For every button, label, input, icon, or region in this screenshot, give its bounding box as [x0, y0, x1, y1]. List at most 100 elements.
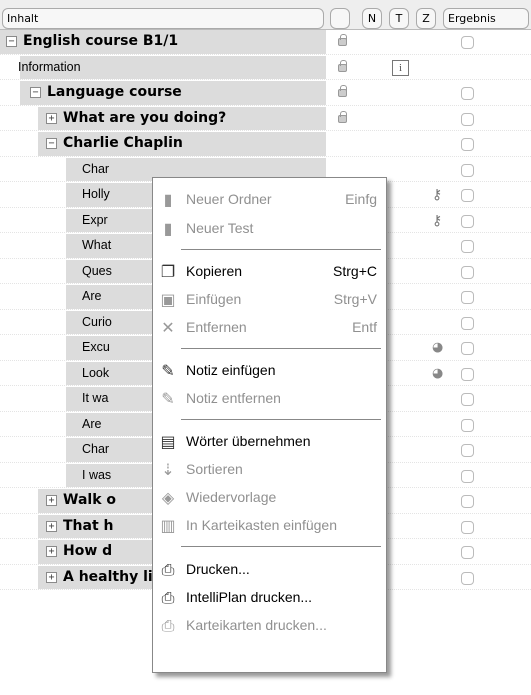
cardbox-icon: ▥ [160, 516, 176, 535]
note-remove-icon: ✎ [161, 389, 175, 408]
expand-icon[interactable]: + [46, 546, 57, 557]
printer-icon: ⎙ [161, 560, 175, 579]
result-checkbox[interactable] [461, 316, 474, 330]
tree-item-label: Charlie Chaplin [63, 135, 183, 151]
menu-item-sort[interactable]: ⇣ Sortieren [153, 456, 386, 484]
tree-item-label: Char [82, 161, 110, 176]
result-checkbox[interactable] [461, 265, 474, 279]
menu-item-remove-note[interactable]: ✎ Notiz entfernen [153, 385, 386, 413]
menu-item-print-cards[interactable]: ⎙ Karteikarten drucken... [153, 612, 386, 640]
tree-row[interactable]: − Language course [0, 81, 531, 106]
collapse-icon[interactable]: − [46, 138, 57, 149]
menu-item-paste[interactable]: ▣ Einfügen Strg+V [153, 286, 386, 314]
column-n-header[interactable]: N [362, 8, 382, 29]
printer-icon: ⎙ [161, 588, 175, 607]
menu-item-add-note[interactable]: ✎ Notiz einfügen [153, 357, 386, 385]
menu-label: Karteikarten drucken... [186, 617, 327, 633]
tree-item-label: Look [82, 365, 110, 380]
menu-label: IntelliPlan drucken... [186, 589, 313, 605]
result-checkbox[interactable] [461, 469, 474, 483]
menu-item-take-words[interactable]: ▤ Wörter übernehmen [153, 428, 386, 456]
menu-label: Neuer Test [186, 220, 254, 236]
menu-label: Neuer Ordner [186, 191, 272, 207]
tree-item-label: That h [63, 517, 114, 534]
result-checkbox[interactable] [461, 418, 474, 432]
result-checkbox[interactable] [461, 367, 474, 381]
printer-icon: ⎙ [161, 616, 175, 635]
expand-icon[interactable]: + [46, 571, 57, 583]
result-checkbox[interactable] [461, 36, 474, 49]
lock-icon [338, 85, 347, 97]
tree-item-label: Char [82, 442, 110, 456]
menu-item-copy[interactable]: ❐ Kopieren Strg+C [153, 258, 386, 286]
menu-label: Entfernen [186, 319, 247, 335]
result-checkbox[interactable] [461, 112, 474, 126]
context-menu: ▮ Neuer Ordner Einfg ▮ Neuer Test ❐ Kopi… [152, 177, 387, 673]
column-lock-header[interactable] [330, 8, 350, 29]
tree-item-label: Ques [82, 263, 112, 278]
tree-item-label: English course B1/1 [23, 33, 179, 49]
menu-separator [181, 348, 381, 349]
collapse-icon[interactable]: − [30, 87, 41, 98]
menu-item-new-test[interactable]: ▮ Neuer Test [153, 215, 386, 243]
tree-item-label: What [82, 238, 112, 252]
progress-icon: ◕ [432, 365, 444, 381]
expand-icon[interactable]: + [46, 495, 57, 506]
result-checkbox[interactable] [461, 291, 474, 304]
result-checkbox[interactable] [461, 189, 474, 202]
tree-item-label: Information [18, 59, 81, 74]
expand-icon[interactable]: + [46, 520, 57, 532]
menu-item-print[interactable]: ⎙ Drucken... [153, 556, 386, 584]
menu-shortcut: Strg+V [333, 291, 377, 307]
collapse-icon[interactable]: − [6, 36, 17, 47]
result-checkbox[interactable] [461, 138, 474, 151]
lock-icon [338, 34, 347, 46]
result-checkbox[interactable] [461, 342, 474, 355]
menu-label: Wiedervorlage [186, 489, 277, 505]
result-checkbox[interactable] [461, 87, 474, 100]
progress-icon: ◕ [432, 340, 444, 355]
column-z-header[interactable]: Z [416, 8, 436, 29]
result-checkbox[interactable] [461, 163, 474, 177]
menu-item-print-intelliplan[interactable]: ⎙ IntelliPlan drucken... [153, 584, 386, 612]
info-icon[interactable]: i [392, 59, 409, 76]
menu-item-remove[interactable]: ✕ Entfernen Entf [153, 314, 386, 342]
tree-item-label: How d [63, 543, 113, 559]
tree-item-label: It wa [82, 391, 109, 405]
menu-label: In Karteikasten einfügen [186, 517, 337, 533]
menu-label: Notiz einfügen [186, 362, 276, 378]
lock-icon [338, 110, 347, 123]
result-checkbox[interactable] [461, 214, 474, 228]
tree-row[interactable]: Information i [0, 55, 531, 80]
menu-item-new-folder[interactable]: ▮ Neuer Ordner Einfg [153, 186, 386, 214]
result-checkbox[interactable] [461, 520, 474, 534]
column-t-header[interactable]: T [389, 8, 409, 29]
menu-separator [181, 419, 381, 420]
column-result-header[interactable]: Ergebnis [443, 8, 529, 29]
tree-row[interactable]: + What are you doing? [0, 106, 531, 131]
result-checkbox[interactable] [461, 240, 474, 253]
column-content-header[interactable]: Inhalt [2, 8, 324, 29]
result-checkbox[interactable] [461, 444, 474, 457]
result-checkbox[interactable] [461, 571, 474, 585]
menu-label: Notiz entfernen [186, 390, 281, 406]
menu-label: Sortieren [186, 461, 243, 477]
tree-item-label: What are you doing? [63, 109, 227, 126]
result-checkbox[interactable] [461, 393, 474, 406]
menu-item-add-cardbox[interactable]: ▥ In Karteikasten einfügen [153, 512, 386, 540]
tree-item-label: Curio [82, 314, 112, 329]
paste-icon: ▣ [160, 290, 176, 309]
result-checkbox[interactable] [461, 495, 474, 508]
tree-item-label: I was [82, 467, 112, 482]
expand-icon[interactable]: + [46, 112, 57, 124]
tree-row[interactable]: − English course B1/1 [0, 30, 531, 55]
copy-icon: ❐ [160, 262, 176, 281]
menu-item-resubmit[interactable]: ◈ Wiedervorlage [153, 484, 386, 512]
tree-row[interactable]: − Charlie Chaplin [0, 132, 531, 157]
note-icon: ✎ [161, 361, 175, 380]
menu-label: Drucken... [186, 561, 250, 577]
sort-icon: ⇣ [161, 460, 175, 479]
result-checkbox[interactable] [461, 546, 474, 559]
menu-shortcut: Strg+C [333, 263, 377, 279]
key-icon: ⚷ [432, 212, 443, 229]
